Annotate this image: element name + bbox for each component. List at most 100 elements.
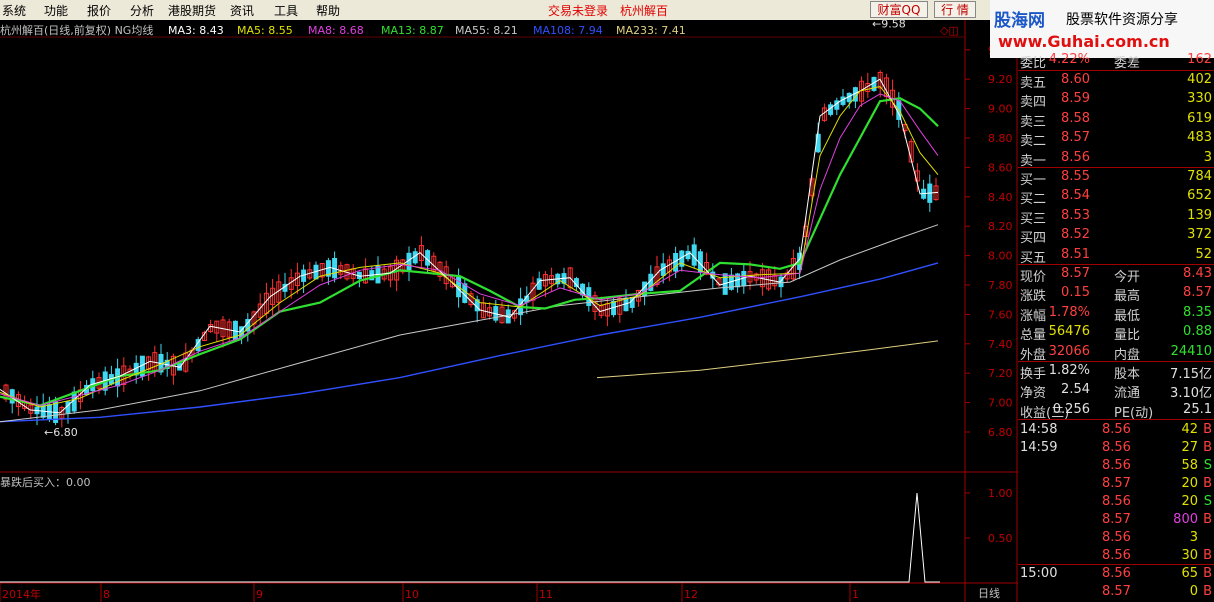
tick-time: 15:00 [1020, 566, 1058, 581]
ma-legend-0: MA3: 8.43 [168, 24, 224, 37]
menu-help[interactable]: 帮助 [316, 2, 340, 19]
buy-price: 8.53 [1061, 207, 1090, 223]
fund-value: 25.1 [1183, 401, 1212, 417]
tick-row[interactable]: 14:59 8.56 27 B [1018, 440, 1214, 458]
fund-label: PE(动) [1114, 405, 1154, 421]
tick-volume: 65 [1181, 566, 1198, 581]
tick-row[interactable]: 8.56 58 S [1018, 458, 1214, 476]
chart-title: 杭州解百(日线,前复权) NG均线 [0, 23, 153, 37]
stat-label: 今开 [1114, 270, 1141, 285]
sell-volume: 619 [1187, 110, 1212, 126]
tick-direction: B [1203, 476, 1212, 491]
trade-status[interactable]: 交易未登录 [548, 2, 608, 19]
stat-label: 最高 [1114, 289, 1141, 305]
tick-volume: 3 [1189, 530, 1198, 545]
tick-price: 8.56 [1102, 422, 1131, 437]
panel-separator [1018, 264, 1214, 265]
stat-value: 8.57 [1061, 266, 1090, 281]
weibi-row: 委比 4.22% 委差 162 [1018, 52, 1214, 71]
tick-price: 8.56 [1102, 458, 1131, 473]
stat-label: 量比 [1114, 328, 1141, 344]
sell-price: 8.57 [1061, 130, 1090, 146]
window-icons: ◇◫ [940, 24, 959, 37]
menu-hk-futures[interactable]: 港股期货 [168, 2, 216, 19]
menu-system[interactable]: 系统 [2, 2, 26, 19]
buy-row: 买三 8.53 139 [1018, 207, 1214, 227]
stat-value: 8.35 [1183, 304, 1212, 320]
tick-direction: B [1203, 440, 1212, 455]
stat-row: 外盘 32066 内盘 24410 [1018, 344, 1214, 363]
stat-label: 涨跌 [1020, 289, 1047, 305]
y-tick-label: 8.80 [988, 132, 1013, 145]
sell-label: 卖四 [1020, 95, 1047, 111]
logo-slogan: 股票软件资源分享 [1066, 12, 1178, 28]
ma-legend-6: MA233: 7.41 [616, 24, 686, 37]
tick-direction: B [1203, 566, 1212, 581]
tick-row[interactable]: 8.57 0 B [1018, 584, 1214, 602]
menu-quote[interactable]: 报价 [87, 2, 111, 19]
tick-volume: 27 [1181, 440, 1198, 455]
y-tick-label: 7.60 [988, 308, 1013, 321]
tick-row[interactable]: 8.56 20 S [1018, 494, 1214, 512]
kline-chart[interactable]: 杭州解百(日线,前复权) NG均线 MA3: 8.43 MA5: 8.55 MA8: … [0, 20, 1018, 602]
stat-label: 涨幅 [1020, 308, 1047, 324]
y-tick-label: 9.20 [988, 73, 1013, 86]
sell-price: 8.56 [1061, 149, 1090, 165]
stat-label: 现价 [1020, 270, 1047, 285]
buy-row: 买二 8.54 652 [1018, 188, 1214, 207]
x-tick-label: 11 [539, 588, 553, 601]
fund-value: 7.15亿 [1170, 367, 1212, 382]
fund-label: 股本 [1114, 367, 1141, 382]
tick-row[interactable]: 15:00 8.56 65 B [1018, 566, 1214, 584]
tick-row[interactable]: 14:58 8.56 42 B [1018, 422, 1214, 440]
buy-price: 8.54 [1061, 188, 1090, 204]
buy-label: 买五 [1020, 250, 1047, 266]
tick-row[interactable]: 8.57 800 B [1018, 512, 1214, 530]
y-tick-label: 7.80 [988, 279, 1013, 292]
caifu-qq-button[interactable]: 财富QQ [870, 1, 928, 18]
stat-value: 1.78% [1048, 304, 1090, 320]
stat-value: 8.43 [1183, 266, 1212, 281]
sell-label: 卖五 [1020, 76, 1047, 91]
tick-volume: 0 [1189, 584, 1198, 599]
tick-row[interactable]: 8.57 20 B [1018, 476, 1214, 494]
buy-price: 8.52 [1061, 227, 1090, 243]
tick-direction: B [1203, 584, 1212, 599]
y-tick-label: 8.40 [988, 191, 1013, 204]
fundamental-row: 换手 1.82% 股本 7.15亿 [1018, 363, 1214, 382]
panel-separator [1018, 361, 1214, 362]
tick-row[interactable]: 8.56 3 [1018, 530, 1214, 548]
y-tick-label: 7.40 [988, 338, 1013, 351]
indicator-tick-label: 1.00 [988, 487, 1013, 500]
ma-legend-1: MA5: 8.55 [237, 24, 293, 37]
menu-news[interactable]: 资讯 [230, 2, 254, 19]
stock-name: 杭州解百 [620, 4, 669, 18]
ma-legend-4: MA55: 8.21 [455, 24, 518, 37]
ma-legend-3: MA13: 8.87 [381, 24, 444, 37]
indicator-tick-label: 0.50 [988, 532, 1013, 545]
tick-price: 8.56 [1102, 440, 1131, 455]
stat-row: 涨幅 1.78% 最低 8.35 [1018, 304, 1214, 324]
buy-label: 买三 [1020, 211, 1047, 227]
fund-value: 1.82% [1048, 363, 1090, 378]
sell-volume: 483 [1187, 130, 1212, 146]
menu-tools[interactable]: 工具 [274, 2, 298, 19]
tick-volume: 58 [1181, 458, 1198, 473]
sell-row: 卖四 8.59 330 [1018, 91, 1214, 111]
low-annotation: ←6.80 [44, 426, 78, 439]
tick-price: 8.57 [1102, 584, 1131, 599]
weibi-label: 委比 [1020, 56, 1047, 71]
buy-volume: 139 [1187, 207, 1212, 223]
menu-function[interactable]: 功能 [44, 2, 68, 19]
buy-label: 买四 [1020, 231, 1047, 247]
logo-url: www.Guhai.com.cn [998, 32, 1170, 51]
panel-separator [1018, 564, 1214, 565]
menu-analysis[interactable]: 分析 [130, 2, 154, 19]
tick-price: 8.56 [1102, 548, 1131, 563]
tick-volume: 42 [1181, 422, 1198, 437]
quote-button[interactable]: 行 情 [934, 1, 976, 18]
panel-separator [1018, 70, 1214, 71]
tick-volume: 20 [1181, 476, 1198, 491]
x-tick-label: 9 [256, 588, 263, 601]
fund-label: 换手 [1020, 367, 1047, 382]
